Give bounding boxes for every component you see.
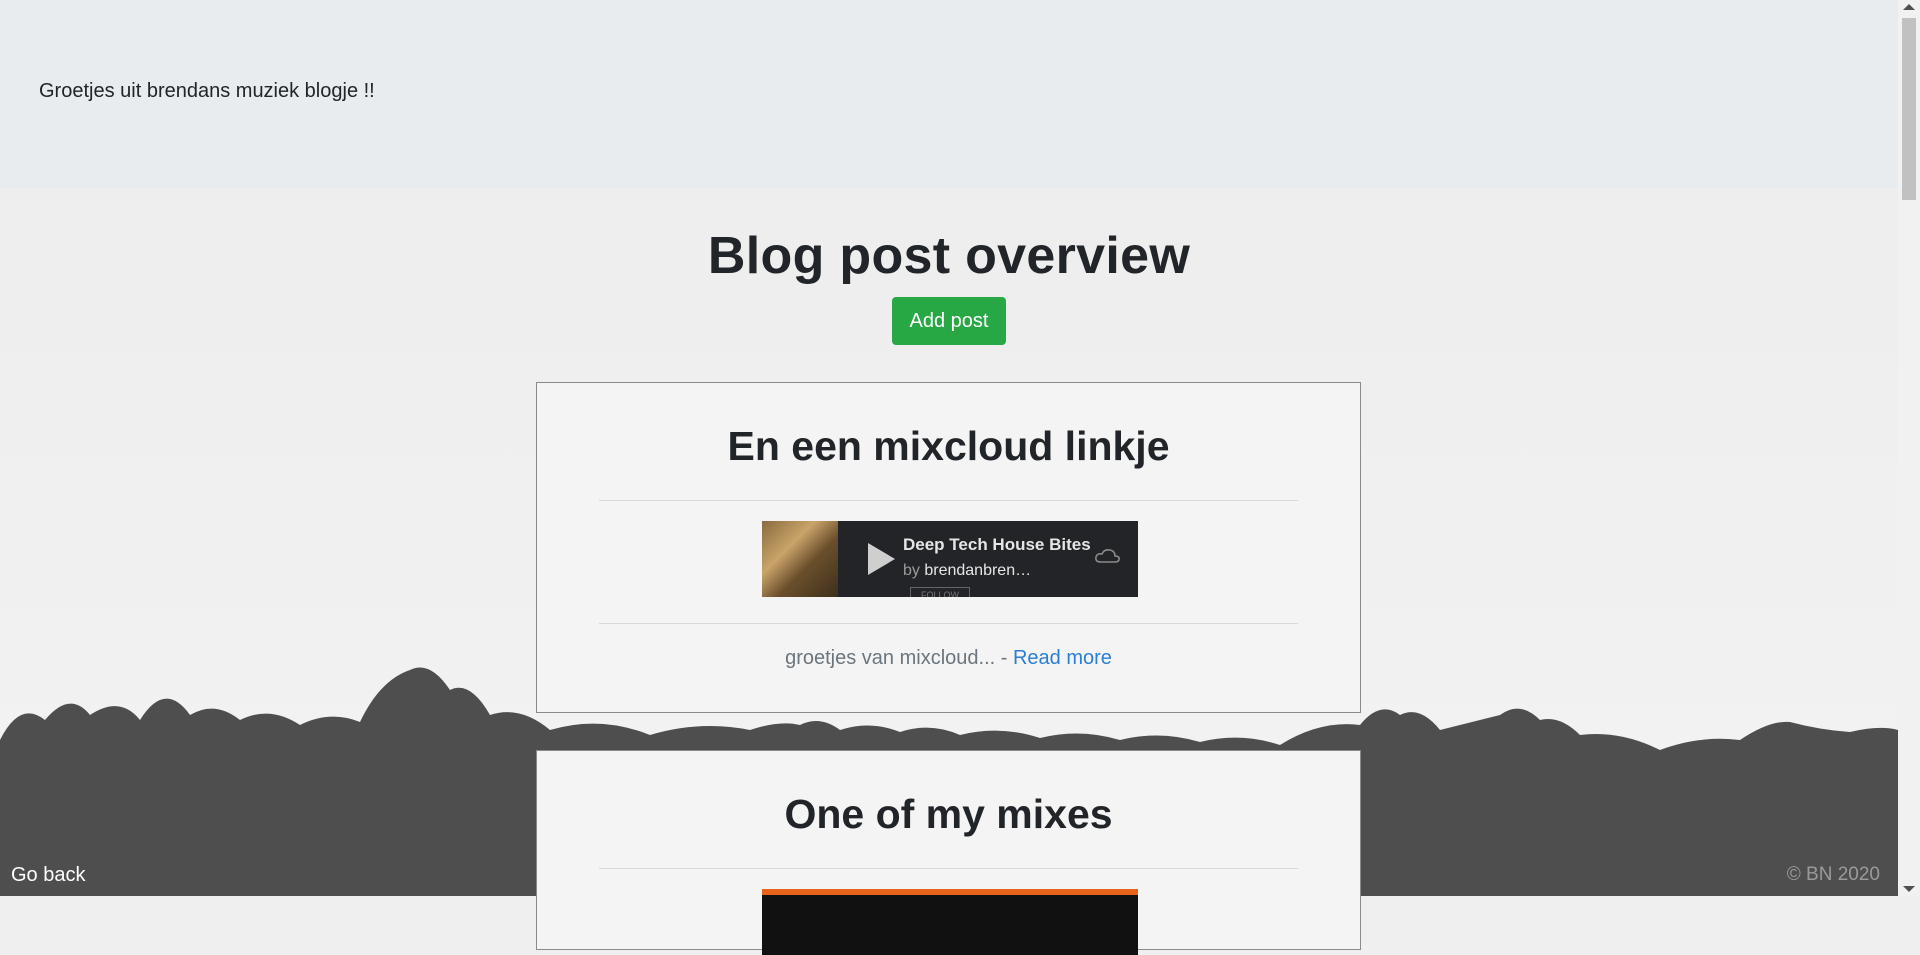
site-header: Groetjes uit brendans muziek blogje !! — [0, 0, 1898, 188]
post-title: En een mixcloud linkje — [727, 423, 1170, 469]
post-title: One of my mixes — [784, 791, 1113, 837]
divider — [599, 623, 1298, 624]
post-card: En een mixcloud linkje Deep Tech House B… — [536, 382, 1361, 713]
excerpt-separator: - — [995, 647, 1013, 669]
copyright-text: © BN 2020 — [1786, 864, 1880, 885]
by-label: by — [903, 562, 920, 579]
show-artwork — [762, 521, 838, 597]
post-card: One of my mixes — [536, 750, 1361, 955]
post-excerpt: groetjes van mixcloud... - Read more — [537, 647, 1360, 670]
show-byline: by brendanbren… — [903, 562, 1031, 580]
scrollbar-thumb[interactable] — [1902, 18, 1916, 200]
play-icon[interactable] — [868, 543, 895, 575]
header-greeting: Groetjes uit brendans muziek blogje !! — [39, 80, 375, 102]
read-more-link[interactable]: Read more — [1013, 647, 1112, 669]
excerpt-text: groetjes van mixcloud... — [785, 647, 996, 669]
page-title: Blog post overview — [707, 227, 1191, 285]
scroll-up-arrow-icon[interactable] — [1903, 4, 1915, 10]
embedded-player[interactable] — [762, 895, 1138, 955]
scroll-down-arrow-icon[interactable] — [1903, 886, 1915, 892]
cloud-icon — [1095, 549, 1120, 563]
show-title[interactable]: Deep Tech House Bites — [903, 535, 1091, 555]
divider — [599, 500, 1298, 501]
vertical-scrollbar[interactable] — [1898, 0, 1920, 896]
mixcloud-player[interactable]: Deep Tech House Bites by brendanbren… FO… — [762, 521, 1138, 597]
follow-button[interactable]: FOLLOW — [910, 587, 970, 597]
divider — [599, 868, 1298, 869]
add-post-button[interactable]: Add post — [892, 297, 1006, 345]
go-back-link[interactable]: Go back — [11, 864, 85, 887]
show-owner-link[interactable]: brendanbren… — [924, 562, 1031, 579]
